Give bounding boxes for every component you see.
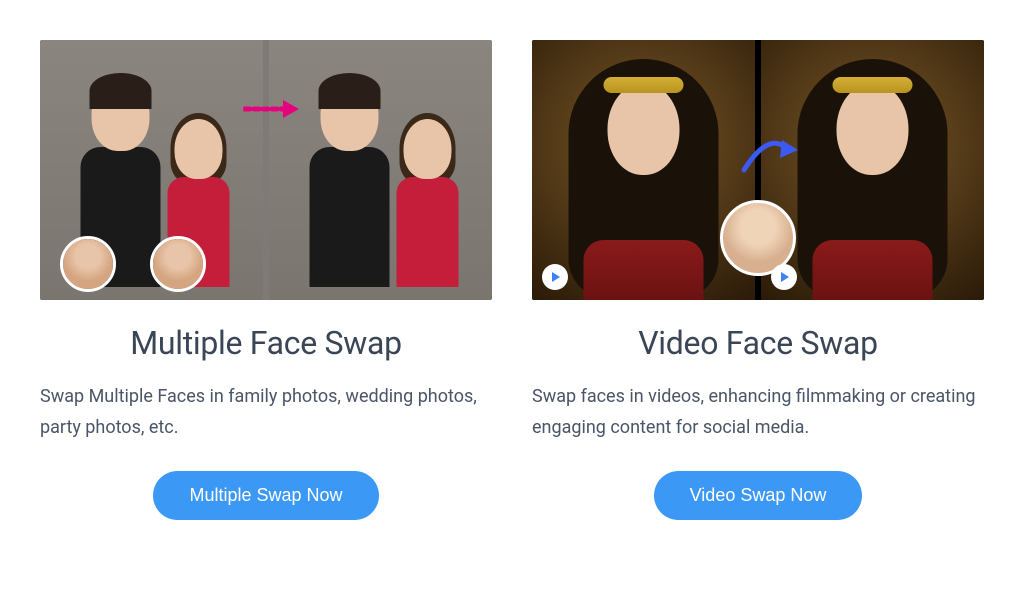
before-image	[40, 40, 263, 300]
card-title: Multiple Face Swap	[40, 324, 492, 362]
feature-cards-container: Multiple Face Swap Swap Multiple Faces i…	[40, 40, 984, 520]
before-video-frame	[532, 40, 755, 300]
video-swap-preview-image	[532, 40, 984, 300]
source-face-thumbnail-2	[150, 236, 206, 292]
card-video-face-swap: Video Face Swap Swap faces in videos, en…	[532, 40, 984, 520]
play-icon	[771, 264, 797, 290]
source-face-thumbnail-1	[60, 236, 116, 292]
video-swap-now-button[interactable]: Video Swap Now	[654, 471, 863, 520]
multiple-swap-now-button[interactable]: Multiple Swap Now	[153, 471, 378, 520]
card-description: Swap faces in videos, enhancing filmmaki…	[532, 382, 984, 443]
card-description: Swap Multiple Faces in family photos, we…	[40, 382, 492, 443]
arrow-right-icon	[243, 98, 299, 124]
card-title: Video Face Swap	[532, 324, 984, 362]
arrow-curved-icon	[740, 130, 798, 178]
after-image	[269, 40, 492, 300]
play-icon	[542, 264, 568, 290]
multiple-swap-preview-image	[40, 40, 492, 300]
card-multiple-face-swap: Multiple Face Swap Swap Multiple Faces i…	[40, 40, 492, 520]
